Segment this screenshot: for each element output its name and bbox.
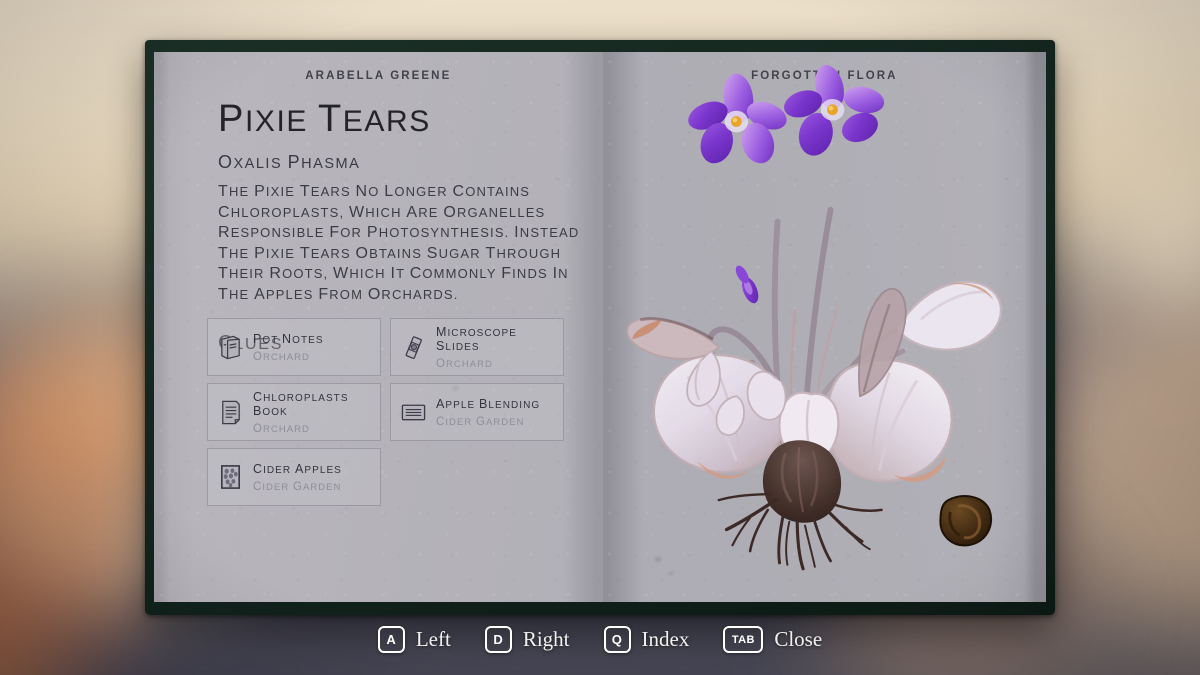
document-icon xyxy=(217,398,244,426)
key-hint-index[interactable]: Q Index xyxy=(603,626,690,653)
clue-text: CHLOROPLASTS BOOK ORCHARD xyxy=(253,389,371,435)
left-page-header: Arabella Greene xyxy=(154,70,603,82)
clue-name: CHLOROPLASTS BOOK xyxy=(253,390,349,418)
notebook-icon xyxy=(217,333,244,361)
pixie-tears-plant-illustration xyxy=(626,65,1002,571)
clue-location: ORCHARD xyxy=(436,358,493,370)
key-hint-label: Close xyxy=(774,627,823,651)
field-journal-book: Arabella Greene PIXIE TEARS OXALIS PHASM… xyxy=(145,40,1055,615)
entry-body: PIXIE TEARS OXALIS PHASMA THE PIXIE TEAR… xyxy=(218,100,590,355)
species-latin-name: OXALIS PHASMA xyxy=(218,152,361,172)
keycap-q[interactable]: Q xyxy=(603,626,631,653)
game-screen: Arabella Greene PIXIE TEARS OXALIS PHASM… xyxy=(0,0,1200,675)
key-hint-left[interactable]: A Left xyxy=(377,626,451,653)
clue-card[interactable]: APPLE BLENDING CIDER GARDEN xyxy=(390,383,564,441)
key-hint-close[interactable]: TAB Close xyxy=(723,626,822,653)
clue-card[interactable]: MICROSCOPE SLIDES ORCHARD xyxy=(390,318,564,376)
entry-description: THE PIXIE TEARS NO LONGER CONTAINS CHLOR… xyxy=(218,183,580,303)
clue-text: CIDER APPLES CIDER GARDEN xyxy=(253,461,342,493)
clue-name: MICROSCOPE SLIDES xyxy=(436,325,517,353)
clue-text: MICROSCOPE SLIDES ORCHARD xyxy=(436,324,554,370)
left-page: Arabella Greene PIXIE TEARS OXALIS PHASM… xyxy=(154,52,603,602)
right-page: Forgotten Flora xyxy=(602,52,1046,602)
key-hint-label: Index xyxy=(641,627,690,651)
key-hint-label: Left xyxy=(415,627,451,651)
clue-list: POT NOTES ORCHARD MICROSCOPE SLIDES ORCHARD… xyxy=(207,318,565,506)
clue-location: CIDER GARDEN xyxy=(253,481,342,493)
clue-location: CIDER GARDEN xyxy=(436,416,525,428)
page-title: PIXIE TEARS xyxy=(218,98,431,140)
key-hints-bar: A Left D Right Q Index TAB Close xyxy=(0,626,1200,653)
author-name: Arabella Greene xyxy=(305,70,452,82)
clue-name: CIDER APPLES xyxy=(253,462,342,476)
clue-card[interactable]: CIDER APPLES CIDER GARDEN xyxy=(207,448,381,506)
clue-name: APPLE BLENDING xyxy=(436,397,541,411)
book-pages: Arabella Greene PIXIE TEARS OXALIS PHASM… xyxy=(154,52,1046,602)
clue-location: ORCHARD xyxy=(253,423,310,435)
card-lines-icon xyxy=(400,398,427,426)
clue-name: POT NOTES xyxy=(253,332,324,346)
clue-text: POT NOTES ORCHARD xyxy=(253,331,324,363)
clue-text: APPLE BLENDING CIDER GARDEN xyxy=(436,396,540,428)
keycap-d[interactable]: D xyxy=(484,626,512,653)
clue-card[interactable]: CHLOROPLASTS BOOK ORCHARD xyxy=(207,383,381,441)
clue-location: ORCHARD xyxy=(253,351,310,363)
apples-card-icon xyxy=(217,463,244,491)
clue-card[interactable]: POT NOTES ORCHARD xyxy=(207,318,381,376)
key-hint-label: Right xyxy=(522,627,570,651)
key-hint-right[interactable]: D Right xyxy=(484,626,570,653)
keycap-a[interactable]: A xyxy=(377,626,405,653)
keycap-tab[interactable]: TAB xyxy=(723,626,764,653)
microscope-slide-icon xyxy=(400,333,427,361)
